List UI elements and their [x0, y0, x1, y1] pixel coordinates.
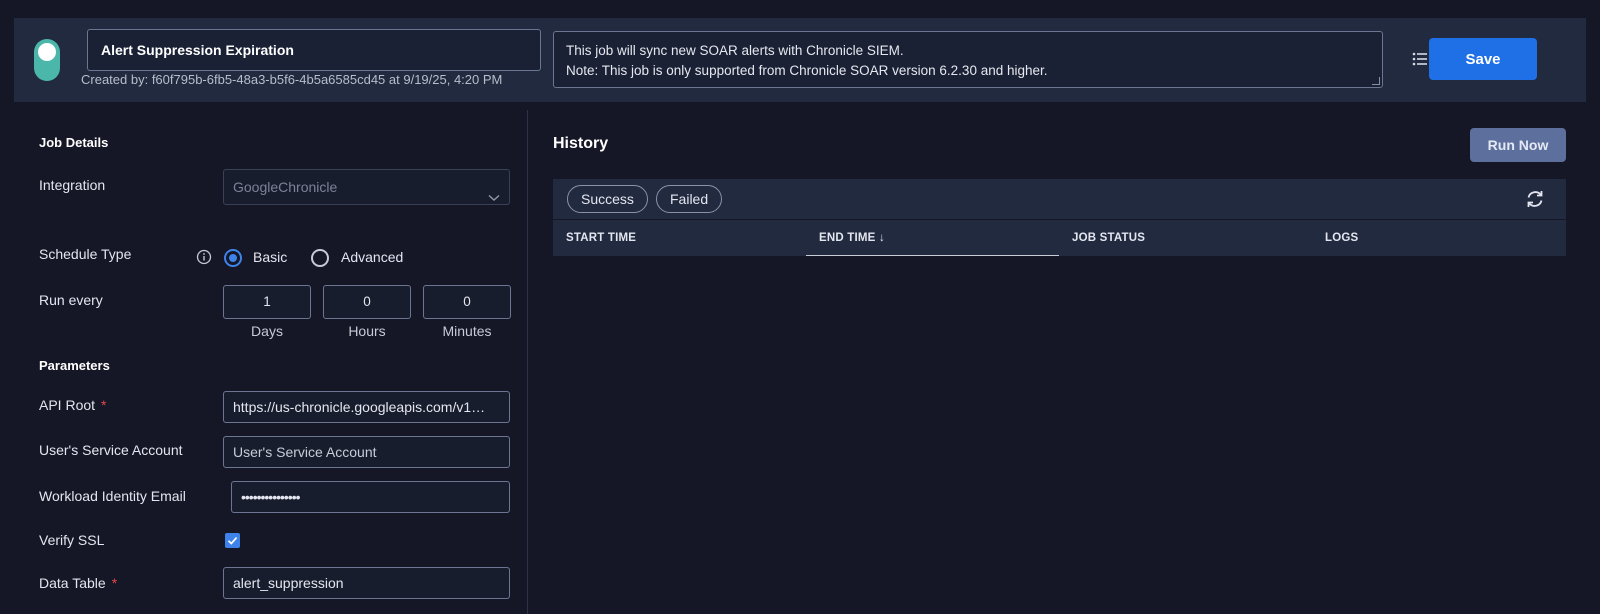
- run-every-label: Run every: [39, 292, 103, 308]
- job-name-input[interactable]: Alert Suppression Expiration: [87, 29, 541, 71]
- job-details-title: Job Details: [39, 135, 109, 150]
- integration-label: Integration: [39, 177, 106, 193]
- hours-label: Hours: [348, 323, 386, 339]
- data-table-label-text: Data Table: [39, 575, 106, 591]
- verify-ssl-checkbox[interactable]: [225, 533, 240, 548]
- schedule-basic-radio[interactable]: [224, 249, 242, 267]
- hours-input[interactable]: 0: [323, 285, 411, 319]
- api-root-label-text: API Root: [39, 397, 96, 413]
- minutes-label: Minutes: [442, 323, 492, 339]
- panel-divider: [527, 110, 528, 614]
- days-label: Days: [251, 323, 283, 339]
- parameters-title: Parameters: [39, 358, 110, 373]
- api-root-input[interactable]: https://us-chronicle.googleapis.com/v1…: [223, 391, 510, 423]
- refresh-icon[interactable]: [1524, 188, 1546, 215]
- data-table-input[interactable]: alert_suppression: [223, 567, 510, 599]
- history-title: History: [553, 135, 609, 152]
- service-account-input[interactable]: User's Service Account: [223, 436, 510, 468]
- toggle-knob: [38, 43, 56, 61]
- minutes-input[interactable]: 0: [423, 285, 511, 319]
- schedule-basic-label: Basic: [253, 249, 288, 265]
- required-mark: *: [101, 397, 107, 413]
- data-table-label: Data Table *: [39, 575, 117, 591]
- filter-failed-chip[interactable]: Failed: [656, 185, 723, 213]
- column-job-status[interactable]: JOB STATUS: [1059, 220, 1312, 256]
- schedule-advanced-label: Advanced: [341, 249, 404, 265]
- job-description-textarea[interactable]: This job will sync new SOAR alerts with …: [553, 31, 1383, 88]
- list-icon[interactable]: [1412, 52, 1428, 71]
- run-now-button[interactable]: Run Now: [1470, 128, 1566, 162]
- column-start-time[interactable]: START TIME: [553, 220, 806, 256]
- schedule-type-label: Schedule Type: [39, 246, 132, 262]
- description-line-1: This job will sync new SOAR alerts with …: [566, 43, 904, 58]
- history-filter-bar: Success Failed: [553, 179, 1566, 219]
- integration-value: GoogleChronicle: [233, 179, 338, 195]
- schedule-advanced-radio[interactable]: [311, 249, 329, 267]
- job-enabled-toggle[interactable]: [34, 39, 60, 81]
- check-icon: [227, 537, 238, 545]
- verify-ssl-label: Verify SSL: [39, 532, 105, 548]
- required-mark: *: [111, 575, 118, 591]
- api-root-label: API Root *: [39, 397, 106, 413]
- service-account-label: User's Service Account: [39, 442, 183, 458]
- info-icon[interactable]: [196, 249, 212, 270]
- workload-email-label: Workload Identity Email: [39, 488, 186, 504]
- integration-select[interactable]: GoogleChronicle: [223, 169, 510, 205]
- created-by-text: Created by: f60f795b-6fb5-48a3-b5f6-4b5a…: [81, 72, 503, 87]
- column-end-time[interactable]: END TIME ↓: [806, 220, 1059, 256]
- chevron-down-icon: [488, 180, 500, 204]
- job-header: Alert Suppression Expiration Created by:…: [14, 18, 1586, 102]
- column-logs[interactable]: LOGS: [1312, 220, 1566, 256]
- filter-success-chip[interactable]: Success: [567, 185, 648, 213]
- days-input[interactable]: 1: [223, 285, 311, 319]
- workload-email-input[interactable]: •••••••••••••••: [231, 481, 510, 513]
- description-line-2: Note: This job is only supported from Ch…: [566, 63, 1048, 78]
- save-button[interactable]: Save: [1429, 38, 1537, 80]
- history-table-header: START TIME END TIME ↓ JOB STATUS LOGS: [553, 220, 1566, 256]
- resize-handle-icon[interactable]: [1372, 77, 1380, 85]
